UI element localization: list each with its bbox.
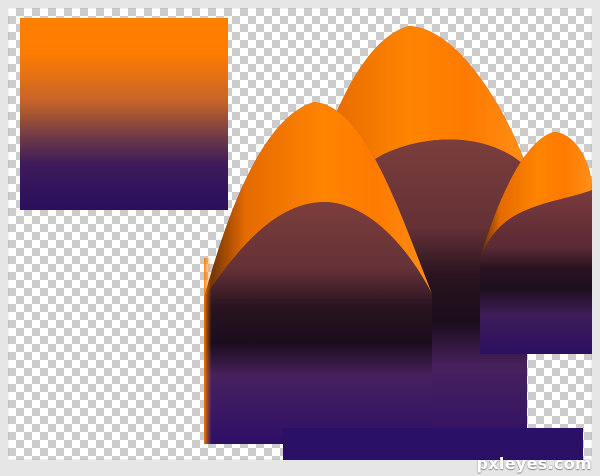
mountain-shapes-artwork[interactable] [8,8,592,460]
image-document: pxleyes.com [0,0,600,476]
transparent-canvas[interactable] [8,8,592,460]
bottom-purple-strip [283,428,583,460]
